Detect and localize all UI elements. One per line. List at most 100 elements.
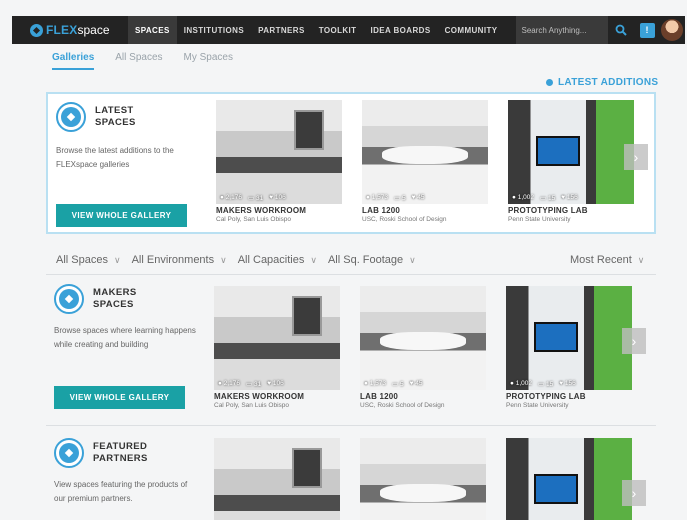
- space-name: MAKERS WORKROOM: [214, 392, 305, 401]
- space-card[interactable]: ● 2,176 ▭ 31 ♥ 106 MAKERS WORKROOM Cal P…: [216, 100, 342, 223]
- comments-count: ▭ 31: [248, 195, 264, 202]
- card-stats: ● 1,573 ▭ 5 ♥ 45: [364, 380, 423, 388]
- latest-additions-link[interactable]: LATEST ADDITIONS: [546, 77, 658, 88]
- space-location: Cal Poly, San Luis Obispo: [214, 402, 290, 409]
- top-navigation-bar: FLEX space SPACES INSTITUTIONS PARTNERS …: [12, 16, 685, 44]
- space-photo: ● 1,002 ▭ 15 ♥ 156: [506, 286, 632, 390]
- space-location: Penn State University: [506, 402, 569, 409]
- space-photo: ● 1,573 ▭ 5 ♥ 45: [360, 286, 486, 390]
- card-stats: ● 2,176 ▭ 31 ♥ 106: [218, 380, 284, 388]
- space-filters: All Spaces ∨ All Environments ∨ All Capaci…: [56, 254, 416, 266]
- panel-description: Browse the latest additions to the FLEXs…: [56, 146, 174, 169]
- space-card[interactable]: ● 1,002 ▭ 15 ♥ 156 PROTOTYPING LAB Penn …: [506, 286, 632, 409]
- space-location: Cal Poly, San Luis Obispo: [216, 216, 292, 223]
- logo-space-text: space: [77, 23, 110, 37]
- views-count: ● 1,002: [512, 194, 535, 201]
- gallery-subtabs: Galleries All Spaces My Spaces: [52, 52, 233, 70]
- space-card[interactable]: ● 1,573 ▭ 5 ♥ 45 LAB 1200 USC, Roski Sch…: [362, 100, 488, 223]
- likes-count: ♥ 45: [409, 380, 423, 387]
- filter-all-spaces[interactable]: All Spaces ∨: [56, 254, 121, 266]
- space-card[interactable]: [360, 438, 486, 520]
- views-count: ● 1,002: [510, 380, 533, 387]
- likes-count: ♥ 106: [269, 194, 286, 201]
- panel-header: LATEST SPACES: [56, 102, 155, 132]
- nav-item-institutions[interactable]: INSTITUTIONS: [177, 16, 251, 44]
- nav-item-spaces[interactable]: SPACES: [128, 16, 177, 44]
- chevron-right-icon: ›: [631, 333, 637, 349]
- space-cards: [214, 438, 632, 520]
- latest-spaces-panel: LATEST SPACES Browse the latest addition…: [46, 92, 656, 234]
- chevron-down-icon: ∨: [310, 254, 317, 265]
- divider: [46, 274, 656, 275]
- chevron-down-icon: ∨: [113, 254, 121, 265]
- view-gallery-button[interactable]: VIEW WHOLE GALLERY: [56, 204, 187, 227]
- logo-flex-text: FLEX: [46, 23, 78, 37]
- card-stats: ● 1,002 ▭ 15 ♥ 156: [512, 194, 578, 202]
- views-count: ● 1,573: [366, 194, 389, 201]
- filter-all-capacities[interactable]: All Capacities ∨: [238, 254, 317, 266]
- filter-all-environments[interactable]: All Environments ∨: [132, 254, 227, 266]
- panel-description: View spaces featuring the products of ou…: [54, 480, 188, 503]
- search-button[interactable]: [608, 16, 634, 44]
- carousel-next-button[interactable]: ›: [624, 144, 648, 170]
- comments-count: ▭ 15: [538, 381, 554, 388]
- space-card[interactable]: ● 2,176 ▭ 31 ♥ 106 MAKERS WORKROOM Cal P…: [214, 286, 340, 409]
- tab-all-spaces[interactable]: All Spaces: [115, 52, 162, 70]
- space-category-icon: [56, 102, 86, 132]
- comments-count: ▭ 5: [392, 381, 404, 388]
- carousel-next-button[interactable]: ›: [622, 480, 646, 506]
- tab-my-spaces[interactable]: My Spaces: [184, 52, 233, 70]
- likes-count: ♥ 106: [267, 380, 284, 387]
- space-card[interactable]: [214, 438, 340, 520]
- space-category-icon: [54, 284, 84, 314]
- space-cards: ● 2,176 ▭ 31 ♥ 106 MAKERS WORKROOM Cal P…: [214, 286, 632, 409]
- user-avatar[interactable]: [660, 19, 683, 41]
- panel-title: MAKERS SPACES: [93, 287, 137, 310]
- space-card[interactable]: [506, 438, 632, 520]
- sort-dropdown[interactable]: Most Recent ∨: [570, 254, 644, 266]
- panel-title: FEATURED PARTNERS: [93, 441, 148, 464]
- space-card[interactable]: ● 1,573 ▭ 5 ♥ 45 LAB 1200 USC, Roski Sch…: [360, 286, 486, 409]
- space-photo: ● 1,573 ▭ 5 ♥ 45: [362, 100, 488, 204]
- space-photo: ● 2,176 ▭ 31 ♥ 106: [214, 286, 340, 390]
- space-name: MAKERS WORKROOM: [216, 206, 307, 215]
- nav-item-partners[interactable]: PARTNERS: [251, 16, 312, 44]
- carousel-next-button[interactable]: ›: [622, 328, 646, 354]
- space-location: USC, Roski School of Design: [360, 402, 445, 409]
- chevron-down-icon: ∨: [220, 254, 227, 265]
- nav-item-toolkit[interactable]: TOOLKIT: [312, 16, 364, 44]
- notification-button[interactable]: !: [639, 22, 655, 38]
- likes-count: ♥ 156: [561, 194, 578, 201]
- panel-header: MAKERS SPACES: [54, 284, 153, 314]
- panel-title: LATEST SPACES: [95, 105, 136, 128]
- chevron-down-icon: ∨: [409, 254, 416, 265]
- space-card[interactable]: ● 1,002 ▭ 15 ♥ 156 PROTOTYPING LAB Penn …: [508, 100, 634, 223]
- featured-partners-panel: FEATURED PARTNERS View spaces featuring …: [46, 432, 656, 520]
- space-name: PROTOTYPING LAB: [506, 392, 586, 401]
- chevron-right-icon: ›: [631, 485, 637, 501]
- search-input[interactable]: Search Anything...: [515, 16, 608, 44]
- likes-count: ♥ 156: [559, 380, 576, 387]
- tab-galleries[interactable]: Galleries: [52, 52, 95, 70]
- card-stats: ● 2,176 ▭ 31 ♥ 106: [220, 194, 286, 202]
- space-photo: ● 1,002 ▭ 15 ♥ 156: [508, 100, 634, 204]
- filter-all-sq-footage[interactable]: All Sq. Footage ∨: [328, 254, 416, 266]
- space-name: LAB 1200: [362, 206, 401, 215]
- comments-count: ▭ 5: [394, 195, 406, 202]
- space-name: PROTOTYPING LAB: [508, 206, 588, 215]
- space-photo: ● 2,176 ▭ 31 ♥ 106: [216, 100, 342, 204]
- search-icon: [615, 24, 627, 36]
- space-name: LAB 1200: [360, 392, 399, 401]
- comments-count: ▭ 15: [540, 195, 556, 202]
- view-gallery-button[interactable]: VIEW WHOLE GALLERY: [54, 386, 185, 409]
- nav-item-idea-boards[interactable]: IDEA BOARDS: [363, 16, 437, 44]
- space-location: USC, Roski School of Design: [362, 216, 447, 223]
- nav-item-community[interactable]: COMMUNITY: [438, 16, 505, 44]
- flexspace-logo[interactable]: FLEX space: [30, 23, 128, 37]
- space-photo: [214, 438, 340, 520]
- bullet-icon: [546, 79, 553, 86]
- sort-label: Most Recent: [570, 254, 632, 266]
- chevron-down-icon: ∨: [637, 254, 645, 265]
- chevron-right-icon: ›: [633, 149, 639, 165]
- space-photo: [506, 438, 632, 520]
